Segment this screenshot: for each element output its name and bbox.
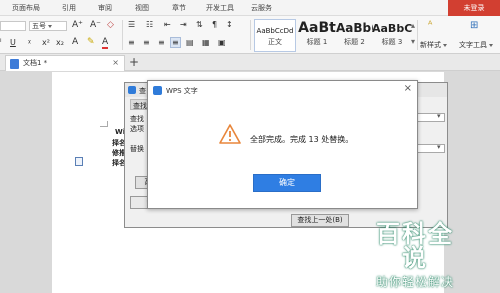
tab-document-1[interactable]: 文档1 * × [5,55,125,71]
watermark-logo: 百科全说 助你轻松解决 [366,222,464,290]
grow-font-icon[interactable]: A⁺ [72,20,83,30]
text-tools-button[interactable]: 文字工具 [459,40,493,50]
wps-logo-icon [128,86,136,94]
style-preview: AaBbCcDd [256,27,294,35]
watermark-title: 百科全说 [376,220,454,272]
increase-indent-icon[interactable]: ⇥ [180,20,187,29]
align-center-icon[interactable]: ≡ [143,38,150,47]
login-button[interactable]: 未登录 [448,0,500,16]
style-normal[interactable]: AaBbCcDd 正文 [254,19,296,52]
bullet-list-icon[interactable]: ☰ [128,20,135,29]
ribbon-tab-bar: 页面布局 引用 审阅 视图 章节 开发工具 云服务 未登录 [0,0,500,16]
clear-format-icon[interactable]: ◇ [107,20,114,30]
ok-button[interactable]: 确定 [253,174,321,192]
text-tools-label: 文字工具 [459,41,487,49]
message-dialog-titlebar: WPS 文字 × [148,81,417,99]
toolbar-divider [417,20,418,50]
close-icon[interactable]: × [404,83,412,94]
message-text: 全部完成。完成 13 处替换。 [250,135,354,144]
font-size-select[interactable]: 五号 [29,21,67,31]
distribute-icon[interactable]: ▤ [186,38,194,47]
text-tools-icon[interactable]: ⊞ [470,20,478,31]
warning-icon [219,124,241,144]
wps-logo-icon [153,86,162,95]
number-list-icon[interactable]: ☷ [146,20,153,29]
chevron-down-icon[interactable]: ▾ [437,143,441,151]
subscript-icon[interactable]: x₂ [56,38,64,47]
style-heading-2[interactable]: AaBb( 标题 2 [336,19,373,52]
options-label: 选项 [130,125,144,133]
style-preview: AaBt [298,20,336,36]
ribbon-toolbar: 五号 A⁺ A⁻ ◇ ⁱ U ᵡ x² x₂ A ✎ A ☰ ☷ ⇤ ⇥ ⇅ ¶… [0,16,500,54]
page-corner-mark [100,121,108,127]
style-preview: AaBb( [336,21,373,35]
align-left-icon[interactable]: ≡ [128,38,135,47]
border-icon[interactable]: ▣ [218,38,226,47]
chevron-down-icon [443,43,447,47]
style-name: 标题 2 [344,38,365,46]
shading-icon[interactable]: ▦ [202,38,210,47]
superscript-icon[interactable]: x² [42,38,50,47]
new-style-button[interactable]: 新样式 [420,40,447,50]
align-right-icon[interactable]: ≡ [158,38,165,47]
tab-find-label: 查找 [133,102,147,110]
tab-chapter[interactable]: 章节 [172,3,186,13]
tab-review[interactable]: 审阅 [98,3,112,13]
replace-with-label: 替换 [130,145,144,153]
styles-more-icon[interactable]: ▾ [411,37,415,46]
message-dialog-title: WPS 文字 [166,87,198,95]
tab-developer[interactable]: 开发工具 [206,3,234,13]
new-tab-icon[interactable]: + [129,55,139,69]
font-color-icon[interactable]: A [102,37,109,49]
document-tab-bar: 文档1 * × + [0,54,500,71]
tab-references[interactable]: 引用 [62,3,76,13]
message-dialog: WPS 文字 × 全部完成。完成 13 处替换。 确定 [147,80,418,209]
find-what-label: 查找 [130,115,144,123]
tab-page-layout[interactable]: 页面布局 [12,3,40,13]
line-spacing-icon[interactable]: ↕ [226,20,233,29]
wps-document-icon [10,59,19,69]
font-size-value: 五号 [32,22,46,30]
style-heading-3[interactable]: AaBbC 标题 3 [372,19,412,52]
italic-icon[interactable]: ⁱ [0,38,2,48]
chevron-down-icon [489,43,493,47]
style-preview: AaBbC [372,22,412,35]
document-tab-label: 文档1 * [23,59,48,67]
style-heading-1[interactable]: AaBt 标题 1 [297,19,337,52]
watermark-subtitle: 助你轻松解决 [375,275,454,289]
document-outline-icon[interactable] [75,157,83,166]
new-style-label: 新样式 [420,41,441,49]
underline-icon[interactable]: U [10,38,16,47]
decrease-indent-icon[interactable]: ⇤ [164,20,171,29]
style-name: 正文 [268,38,282,46]
new-style-icon[interactable]: ᴬ [428,20,432,31]
shrink-font-icon[interactable]: A⁻ [90,20,101,30]
find-dialog-title: 查 [139,87,146,95]
tab-view[interactable]: 视图 [135,3,149,13]
chevron-down-icon [48,24,52,28]
style-name: 标题 1 [306,38,328,46]
toolbar-divider [122,20,123,50]
strikethrough-icon[interactable]: ᵡ [28,38,31,47]
close-tab-icon[interactable]: × [112,56,119,70]
style-name: 标题 3 [381,38,403,46]
show-marks-icon[interactable]: ¶ [212,20,217,29]
chevron-down-icon[interactable]: ▾ [437,112,441,120]
sort-icon[interactable]: ⇅ [196,20,203,29]
styles-scroll-up-icon[interactable]: ▴ [411,21,415,30]
find-previous-button[interactable]: 查找上一处(B) [291,214,349,227]
highlight-icon[interactable]: ✎ [87,37,95,47]
toolbar-divider [250,20,251,50]
font-name-select[interactable] [0,21,26,31]
text-effect-icon[interactable]: A [72,37,78,47]
tab-cloud-service[interactable]: 云服务 [251,3,272,13]
align-justify-icon[interactable]: ≡ [170,37,181,48]
